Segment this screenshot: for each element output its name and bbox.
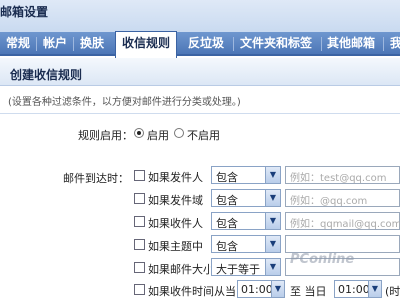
section-title: 创建收信规则 <box>10 68 83 82</box>
disable-radio[interactable] <box>174 128 184 138</box>
sender-domain-input[interactable]: 例如：@qq.com <box>285 189 400 207</box>
time-from-select[interactable]: 01:00 ▼ <box>237 280 285 298</box>
time-condition-label: 如果收件时间从当日 <box>148 285 247 298</box>
size-checkbox[interactable] <box>134 262 145 273</box>
sender-input[interactable]: 例如：test@qq.com <box>285 166 400 184</box>
tab-divider <box>233 37 234 51</box>
enable-radio-label[interactable]: 启用 <box>147 127 169 143</box>
time-to-label: 至 当日 <box>290 285 327 298</box>
chevron-down-icon: ▼ <box>271 281 284 297</box>
chevron-down-icon: ▼ <box>368 281 381 297</box>
time-suffix: (时 <box>385 285 400 298</box>
time-to-select[interactable]: 01:00 ▼ <box>334 280 382 298</box>
settings-tab-bar: 常规 帐户 换肤 收信规则 反垃圾 文件夹和标签 其他邮箱 我 <box>0 31 400 58</box>
sender-domain-condition-label: 如果发件域 <box>148 194 203 207</box>
enable-radio[interactable] <box>134 128 144 138</box>
sender-domain-operator-select[interactable]: 包含 ▼ <box>211 189 281 207</box>
tab-divider <box>321 37 322 51</box>
tab-anti-spam[interactable]: 反垃圾 <box>188 32 224 56</box>
tab-skin[interactable]: 换肤 <box>80 32 104 56</box>
subject-input[interactable] <box>285 235 400 253</box>
tab-receive-rules[interactable]: 收信规则 <box>115 31 178 58</box>
chevron-down-icon: ▼ <box>265 213 280 229</box>
settings-titlebar: 邮箱设置 <box>0 0 400 32</box>
recipient-checkbox[interactable] <box>134 216 145 227</box>
divider <box>0 113 400 114</box>
tab-general[interactable]: 常规 <box>6 32 30 56</box>
subject-operator-select[interactable]: 包含 ▼ <box>211 235 281 253</box>
time-checkbox[interactable] <box>134 284 145 295</box>
sender-domain-checkbox[interactable] <box>134 193 145 204</box>
tab-divider <box>73 37 74 51</box>
watermark: PConline <box>290 252 355 267</box>
chevron-down-icon: ▼ <box>265 259 280 275</box>
size-condition-label: 如果邮件大小 <box>148 263 214 276</box>
sender-condition-label: 如果发件人 <box>148 171 203 184</box>
conditions-label: 邮件到达时： <box>63 172 129 185</box>
disable-radio-label[interactable]: 不启用 <box>187 127 220 143</box>
subject-checkbox[interactable] <box>134 239 145 250</box>
chevron-down-icon: ▼ <box>265 190 280 206</box>
page-title: 邮箱设置 <box>0 5 49 19</box>
sender-operator-select[interactable]: 包含 ▼ <box>211 166 281 184</box>
section-header: 创建收信规则 <box>0 58 400 86</box>
rule-enable-label: 规则启用： <box>78 129 133 142</box>
section-description: (设置各种过滤条件，以方便对邮件进行分类或处理。) <box>8 97 241 108</box>
size-operator-select[interactable]: 大于等于 ▼ <box>211 258 281 276</box>
tab-divider <box>383 37 384 51</box>
tab-more[interactable]: 我 <box>390 32 400 56</box>
tab-folders-labels[interactable]: 文件夹和标签 <box>240 32 312 56</box>
subject-condition-label: 如果主题中 <box>148 240 203 253</box>
sender-checkbox[interactable] <box>134 170 145 181</box>
tab-accounts[interactable]: 帐户 <box>43 32 67 56</box>
chevron-down-icon: ▼ <box>265 167 280 183</box>
chevron-down-icon: ▼ <box>265 236 280 252</box>
tab-divider <box>36 37 37 51</box>
recipient-input[interactable]: 例如：qqmail@qq.com <box>285 212 400 230</box>
recipient-condition-label: 如果收件人 <box>148 217 203 230</box>
recipient-operator-select[interactable]: 包含 ▼ <box>211 212 281 230</box>
tab-other-mailboxes[interactable]: 其他邮箱 <box>327 32 375 56</box>
